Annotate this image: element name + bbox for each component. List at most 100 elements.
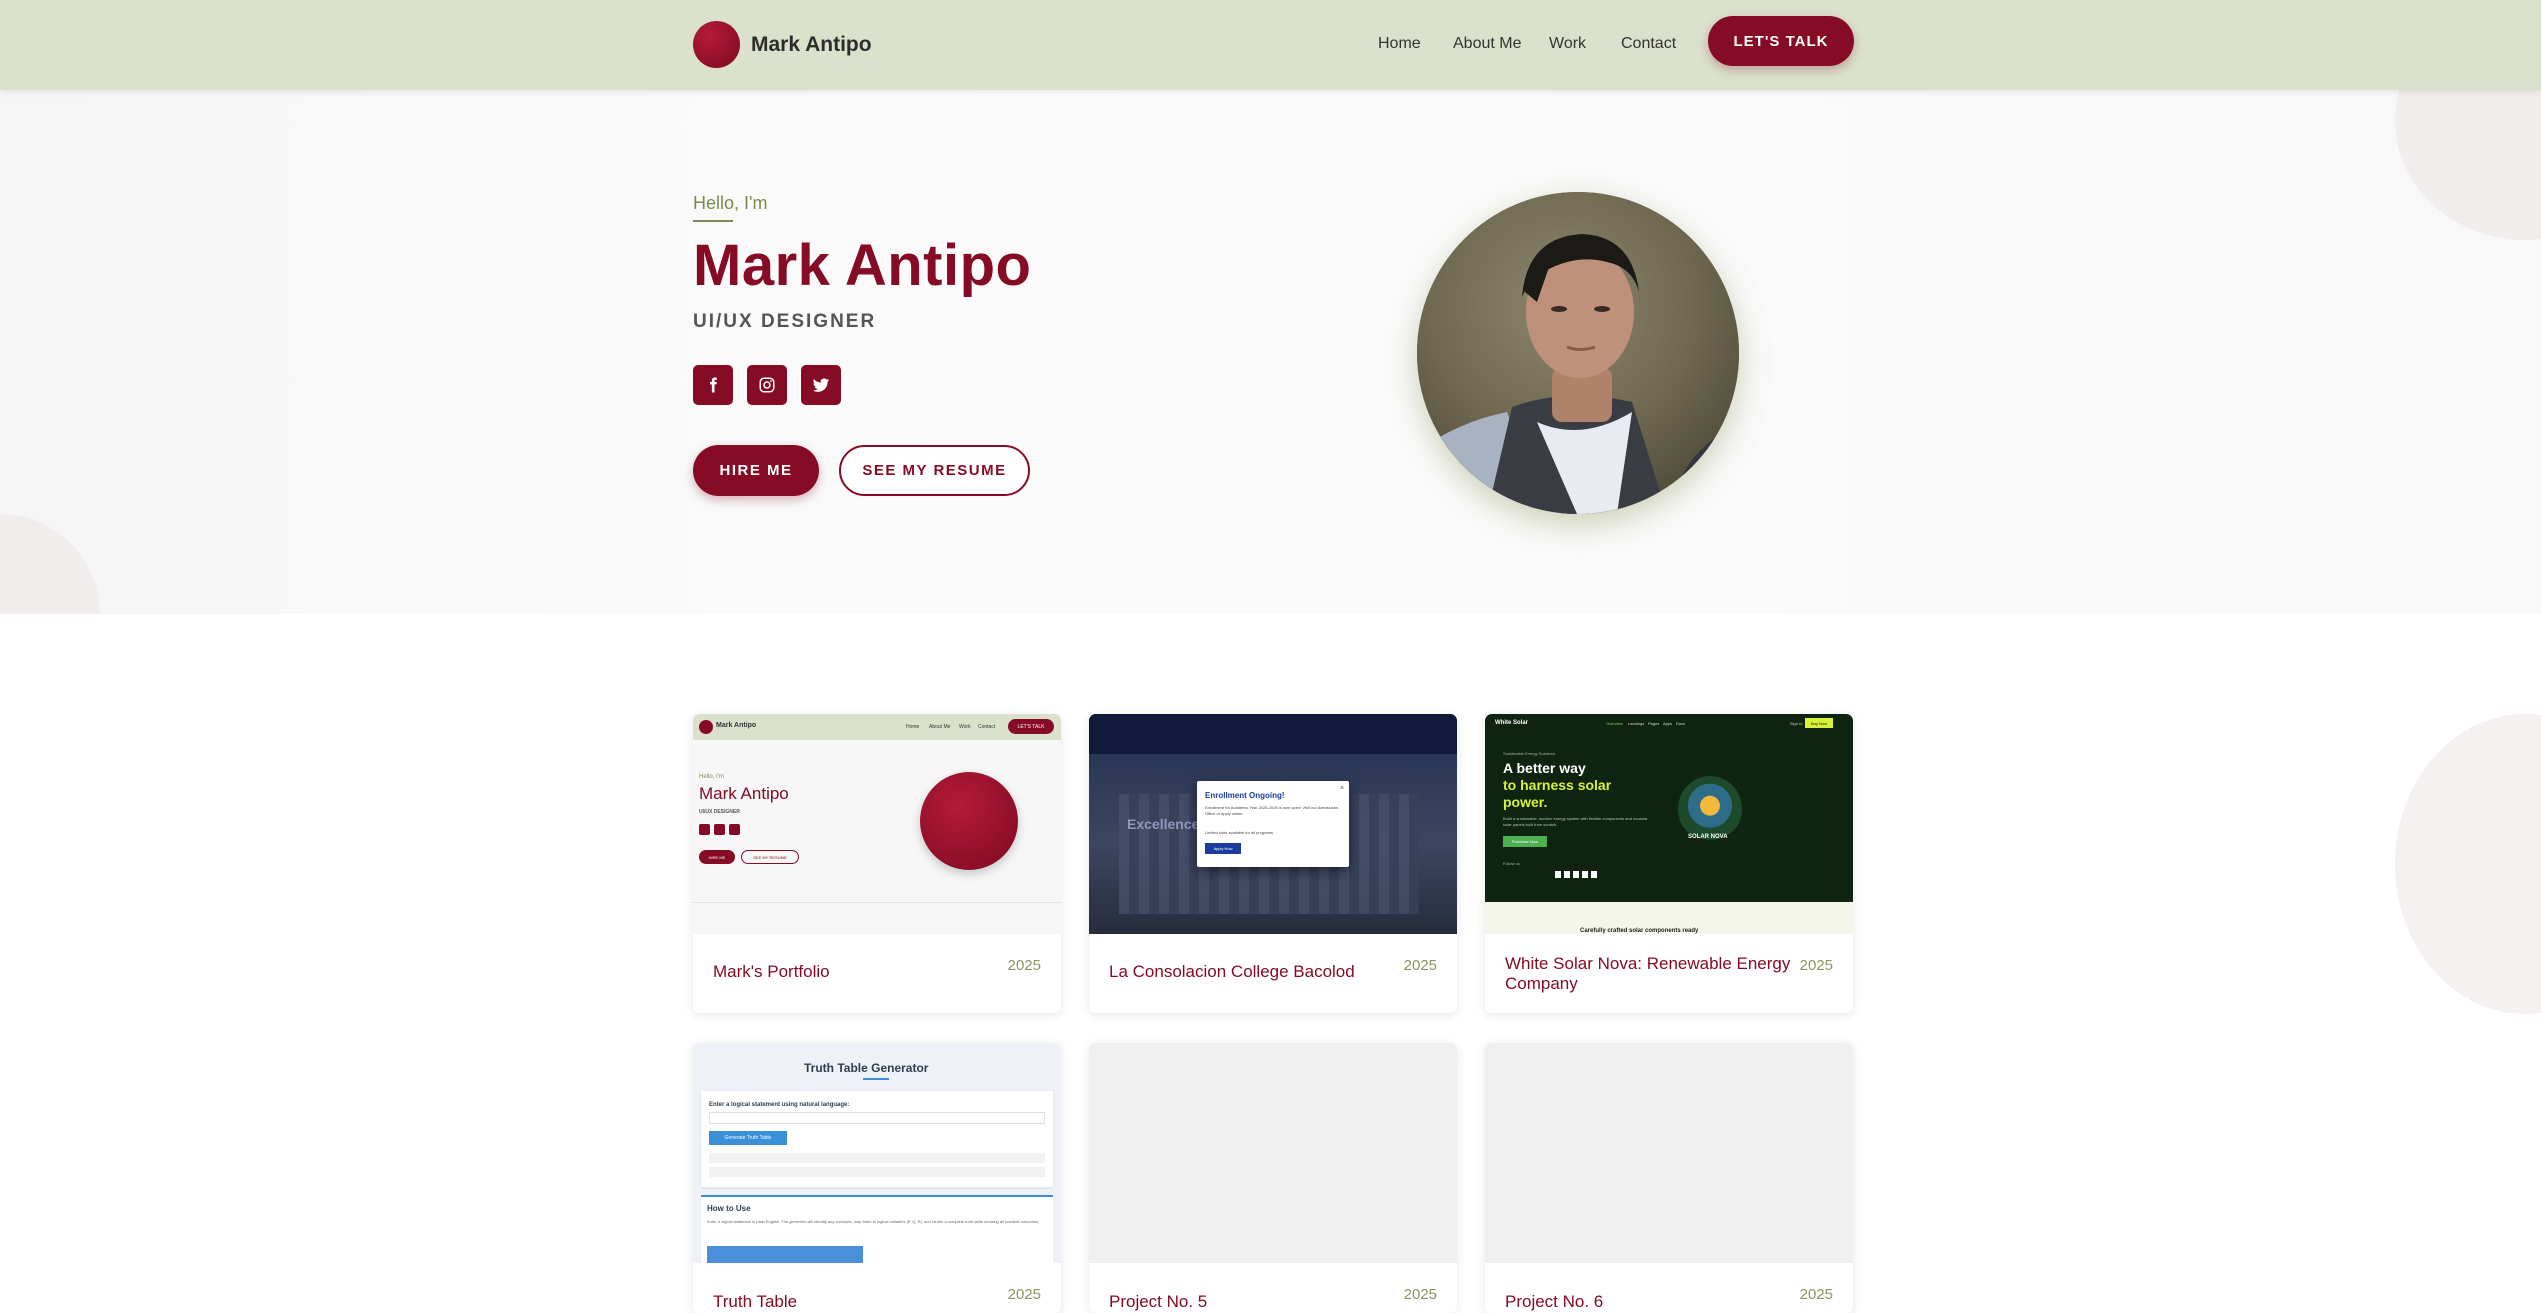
thumb-button: Purchase Now bbox=[1503, 836, 1547, 847]
instagram-icon bbox=[759, 377, 775, 393]
thumb-nav: Contact bbox=[978, 724, 996, 730]
decor-circle bbox=[2395, 714, 2541, 1014]
project-year: 2025 bbox=[1403, 1286, 1437, 1303]
thumb-modal-text: Enrollment for Academic Year 2025-2026 i… bbox=[1205, 805, 1339, 816]
thumb-hire: HIRE ME bbox=[699, 850, 735, 864]
greeting-underline bbox=[693, 220, 733, 222]
project-thumbnail: White Solar Overview Landings Pages Apps… bbox=[1485, 714, 1853, 934]
thumb-greeting: Hello, I'm bbox=[699, 774, 724, 780]
thumb-button: Generate Truth Table bbox=[709, 1131, 787, 1145]
thumb-input bbox=[709, 1112, 1045, 1124]
thumb-modal-note: Limited slots available for all programs bbox=[1205, 830, 1274, 835]
twitter-button[interactable] bbox=[801, 365, 841, 405]
project-year: 2025 bbox=[1799, 957, 1833, 974]
brand[interactable]: Mark Antipo bbox=[693, 21, 872, 68]
thumb-modal-title: Enrollment Ongoing! bbox=[1205, 791, 1285, 800]
thumb-howto: How to Use bbox=[707, 1204, 751, 1213]
project-thumbnail: Mark Antipo Home About Me Work Contact L… bbox=[693, 714, 1061, 934]
project-title: Mark's Portfolio bbox=[713, 962, 830, 981]
thumb-headline: power. bbox=[1503, 794, 1548, 810]
instagram-button[interactable] bbox=[747, 365, 787, 405]
brand-name: Mark Antipo bbox=[751, 32, 872, 56]
project-card[interactable]: White Solar Overview Landings Pages Apps… bbox=[1485, 714, 1853, 1013]
project-title: Project No. 6 bbox=[1505, 1292, 1604, 1311]
thumb-nav: About Me bbox=[929, 724, 951, 730]
project-card[interactable]: Project No. 6 2025 bbox=[1485, 1043, 1853, 1313]
project-year: 2025 bbox=[1007, 1286, 1041, 1303]
project-title: White Solar Nova: Renewable Energy Compa… bbox=[1505, 954, 1791, 993]
thumb-row bbox=[709, 1153, 1045, 1163]
facebook-button[interactable] bbox=[693, 365, 733, 405]
thumb-divider bbox=[693, 902, 1061, 903]
thumb-logo-text: SOLAR NOVA bbox=[1688, 834, 1728, 840]
hero-greeting: Hello, I'm bbox=[693, 193, 768, 213]
thumb-kicker: Sustainable Energy Solutions bbox=[1503, 751, 1556, 756]
thumb-nav: Docs bbox=[1676, 721, 1686, 726]
thumb-social-icons bbox=[1555, 871, 1599, 878]
see-resume-button[interactable]: SEE MY RESUME bbox=[839, 445, 1030, 496]
thumb-nav: Pages bbox=[1648, 721, 1660, 726]
project-card[interactable]: Excellence i Enrollment Ongoing! × Enrol… bbox=[1089, 714, 1457, 1013]
thumb-resume: SEE MY RESUME bbox=[741, 850, 799, 864]
thumb-avatar bbox=[920, 772, 1018, 870]
brand-logo bbox=[693, 21, 740, 68]
thumb-modal-close-icon: × bbox=[1340, 785, 1345, 792]
project-title: La Consolacion College Bacolod bbox=[1109, 962, 1355, 981]
thumb-body: Build a sustainable, modern energy syste… bbox=[1503, 816, 1648, 827]
project-year: 2025 bbox=[1007, 957, 1041, 974]
thumb-headline: to harness solar bbox=[1503, 777, 1612, 793]
thumb-underline bbox=[863, 1078, 889, 1080]
thumb-role: UI/UX DESIGNER bbox=[699, 809, 740, 815]
thumb-social bbox=[714, 824, 725, 835]
thumb-name: Mark Antipo bbox=[699, 784, 789, 803]
hero-section: Hello, I'm Mark Antipo UI/UX DESIGNER HI… bbox=[0, 90, 2541, 614]
thumb-modal-button: Apply Now bbox=[1205, 843, 1241, 854]
thumb-footer: Carefully crafted solar components ready bbox=[1580, 928, 1699, 934]
thumb-nav: Work bbox=[959, 724, 971, 730]
site-header: Mark Antipo Home About Me Work Contact L… bbox=[0, 0, 2541, 90]
thumb-row bbox=[709, 1167, 1045, 1177]
nav-home[interactable]: Home bbox=[1378, 35, 1421, 53]
thumb-signin: Sign In bbox=[1790, 721, 1803, 726]
hire-me-button[interactable]: HIRE ME bbox=[693, 445, 819, 496]
nav-work[interactable]: Work bbox=[1549, 35, 1586, 53]
thumb-cta: LET'S TALK bbox=[1008, 719, 1054, 734]
thumb-hero-text: Excellence i bbox=[1127, 816, 1208, 832]
project-year: 2025 bbox=[1799, 1286, 1833, 1303]
thumb-bar bbox=[707, 1246, 863, 1263]
thumb-social bbox=[729, 824, 740, 835]
project-title: Truth Table bbox=[713, 1292, 798, 1311]
decor-circle bbox=[2395, 90, 2541, 240]
project-title: Project No. 5 bbox=[1109, 1292, 1208, 1311]
profile-photo bbox=[1417, 192, 1739, 514]
twitter-icon bbox=[812, 378, 830, 392]
hero-name: Mark Antipo bbox=[693, 233, 1032, 298]
thumb-logo bbox=[1678, 776, 1742, 842]
project-thumbnail-placeholder bbox=[1485, 1043, 1853, 1263]
lets-talk-button[interactable]: LET'S TALK bbox=[1708, 16, 1854, 66]
thumb-howto-text: Enter a logical statement in plain Engli… bbox=[707, 1219, 1040, 1224]
thumb-headline: A better way bbox=[1503, 760, 1586, 776]
thumb-prompt: Enter a logical statement using natural … bbox=[709, 1102, 850, 1108]
thumb-nav: Landings bbox=[1628, 721, 1645, 726]
thumb-nav: Overview bbox=[1606, 721, 1623, 726]
project-card[interactable]: Project No. 5 2025 bbox=[1089, 1043, 1457, 1313]
thumb-follow: Follow us bbox=[1503, 861, 1520, 866]
project-thumbnail: Excellence i Enrollment Ongoing! × Enrol… bbox=[1089, 714, 1457, 934]
nav-contact[interactable]: Contact bbox=[1621, 35, 1676, 53]
thumb-header bbox=[1089, 714, 1457, 754]
facebook-icon bbox=[710, 377, 717, 393]
thumb-buy: Buy Now bbox=[1805, 718, 1833, 728]
thumb-logo bbox=[699, 720, 713, 734]
project-year: 2025 bbox=[1403, 957, 1437, 974]
hero-role: UI/UX DESIGNER bbox=[693, 311, 877, 332]
project-card[interactable]: Mark Antipo Home About Me Work Contact L… bbox=[693, 714, 1061, 1013]
nav-about[interactable]: About Me bbox=[1453, 35, 1521, 53]
project-thumbnail-placeholder bbox=[1089, 1043, 1457, 1263]
thumb-brand: Mark Antipo bbox=[716, 722, 757, 729]
thumb-social bbox=[699, 824, 710, 835]
thumb-nav: Apps bbox=[1663, 721, 1673, 726]
decor-circle bbox=[0, 514, 100, 614]
project-card[interactable]: Truth Table Generator Enter a logical st… bbox=[693, 1043, 1061, 1313]
thumb-title: Truth Table Generator bbox=[804, 1061, 929, 1075]
